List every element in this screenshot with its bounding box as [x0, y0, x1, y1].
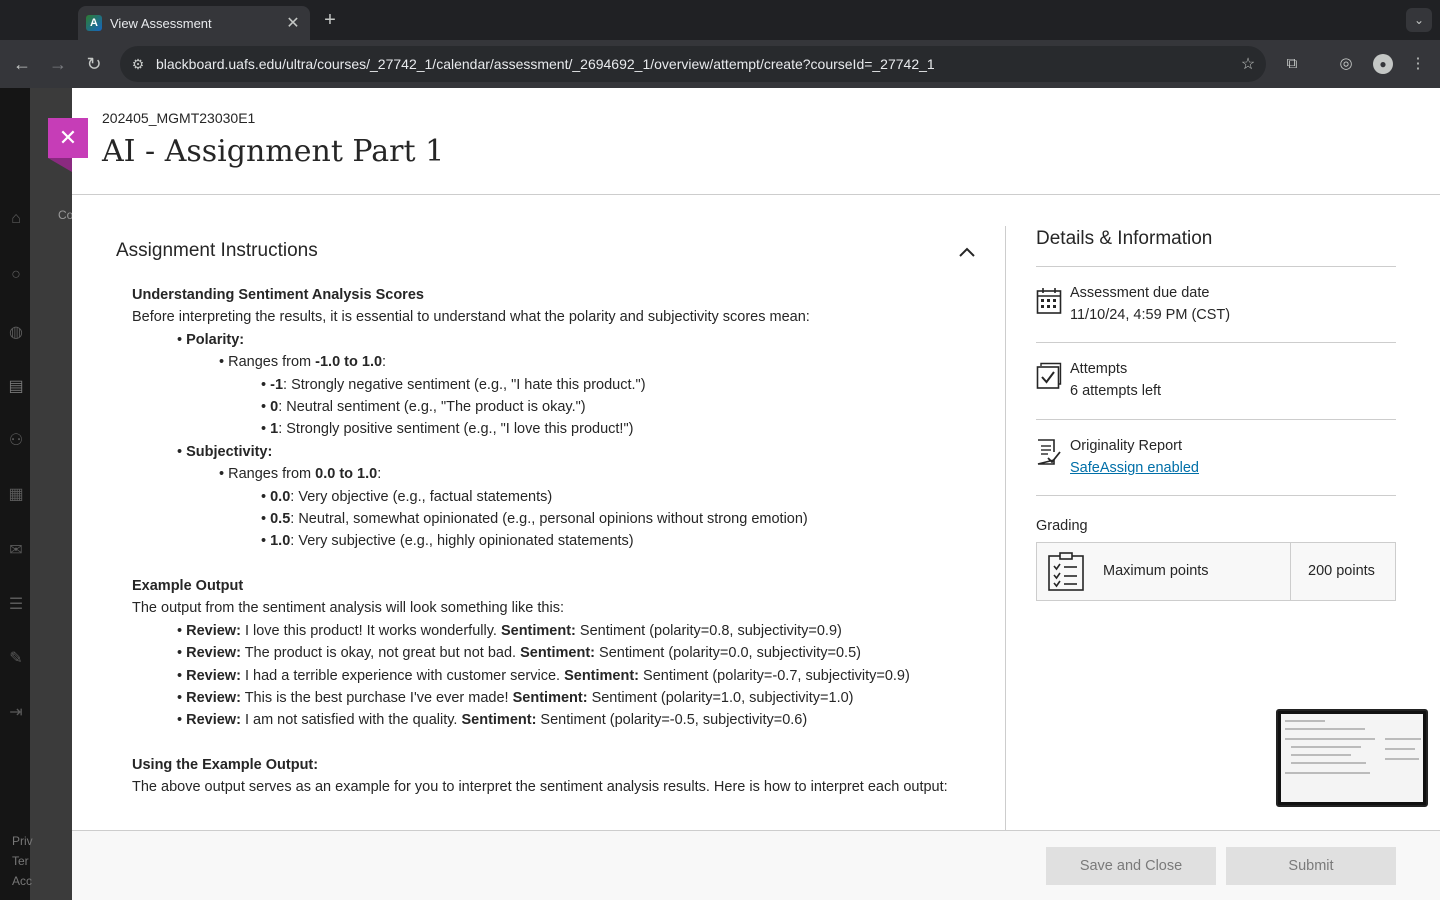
course-id: 202405_MGMT23030E1 [102, 110, 256, 126]
browser-tab[interactable]: A View Assessment ✕ [78, 6, 310, 40]
review-item: Review: The product is okay, not great b… [132, 642, 972, 664]
address-url: blackboard.uafs.edu/ultra/courses/_27742… [156, 56, 935, 72]
rubric-checklist-icon [1048, 552, 1084, 591]
grades-icon: ☰ [8, 596, 24, 613]
section-title: Example Output [132, 577, 244, 594]
details-divider [1036, 342, 1396, 343]
extension-icon[interactable]: ◎ [1334, 52, 1358, 76]
close-button-flag [48, 158, 72, 172]
site-settings-icon[interactable]: ⚙ [120, 56, 156, 73]
underlying-footer-accessibility: Acc [12, 874, 33, 888]
due-date-value: 11/10/24, 4:59 PM (CST) [1070, 307, 1231, 323]
grading-separator [1290, 543, 1291, 600]
attempts-checkbox-icon [1036, 362, 1062, 389]
list-item: 1: Strongly positive sentiment (e.g., "I… [132, 418, 972, 440]
blackboard-favicon-icon: A [86, 15, 102, 31]
list-item: Ranges from 0.0 to 1.0: [132, 463, 972, 485]
thumbnail-line [1285, 720, 1325, 722]
list-item: 0: Neutral sentiment (e.g., "The product… [132, 396, 972, 418]
browser-tab-bar: A View Assessment ✕ + ⌄ [0, 0, 1440, 40]
review-item: Review: I had a terrible experience with… [132, 665, 972, 687]
tab-search-chevron-icon[interactable]: ⌄ [1406, 8, 1432, 32]
review-item: Review: This is the best purchase I've e… [132, 687, 972, 709]
messages-icon: ✉ [9, 542, 23, 559]
profile-icon: ○ [11, 266, 21, 283]
list-item: Ranges from -1.0 to 1.0: [132, 351, 972, 373]
due-date-label: Assessment due date [1070, 285, 1210, 301]
details-divider [1036, 495, 1396, 496]
list-item: -1: Strongly negative sentiment (e.g., "… [132, 374, 972, 396]
thumbnail-line [1385, 738, 1421, 740]
list-item: 1.0: Very subjective (e.g., highly opini… [132, 530, 972, 552]
reload-icon[interactable]: ↻ [82, 52, 106, 76]
thumbnail-line [1385, 758, 1419, 760]
profile-avatar-icon[interactable]: ● [1373, 54, 1393, 74]
attempts-value: 6 attempts left [1070, 383, 1162, 399]
grading-maximum-label: Maximum points [1103, 563, 1209, 579]
new-tab-icon[interactable]: + [318, 8, 342, 32]
calendar-icon: ▦ [8, 486, 24, 503]
instructions-heading: Assignment Instructions [116, 240, 318, 261]
section-title: Understanding Sentiment Analysis Scores [132, 287, 424, 303]
originality-report-icon [1037, 439, 1061, 465]
close-panel-button[interactable]: ✕ [48, 118, 88, 158]
organizations-icon: ⚇ [8, 432, 24, 449]
bookmark-star-icon[interactable]: ☆ [1230, 54, 1266, 74]
courses-icon: ▤ [8, 378, 24, 395]
tab-close-icon[interactable]: ✕ [284, 13, 302, 33]
section-intro: The above output serves as an example fo… [132, 779, 948, 796]
tab-title: View Assessment [110, 15, 212, 31]
details-divider [1036, 266, 1396, 267]
tools-icon: ✎ [9, 650, 23, 667]
extensions-puzzle-icon[interactable]: ⧉ [1280, 52, 1304, 76]
safeassign-link[interactable]: SafeAssign enabled [1070, 460, 1199, 476]
browser-menu-icon[interactable]: ⋮ [1406, 52, 1430, 76]
thumbnail-line [1385, 748, 1415, 750]
thumbnail-line [1291, 754, 1351, 756]
collapse-chevron-up-icon[interactable] [957, 242, 977, 262]
grading-points-value: 200 points [1308, 563, 1375, 579]
thumbnail-line [1285, 738, 1375, 740]
list-item: Subjectivity: [132, 441, 972, 463]
signout-icon: ⇥ [9, 704, 23, 721]
forward-arrow-icon[interactable]: → [46, 52, 70, 76]
thumbnail-line [1291, 746, 1361, 748]
details-divider [1036, 419, 1396, 420]
underlying-footer-privacy: Priv [12, 834, 33, 848]
section-intro: The output from the sentiment analysis w… [132, 600, 564, 617]
list-item: 0.0: Very objective (e.g., factual state… [132, 486, 972, 508]
column-divider [1005, 226, 1006, 830]
originality-label: Originality Report [1070, 438, 1183, 454]
details-heading: Details & Information [1036, 228, 1213, 249]
screen-preview-thumbnail[interactable] [1276, 709, 1428, 807]
underlying-sidebar: ⌂ ○ ◍ ▤ ⚇ ▦ ✉ ☰ ✎ ⇥ [0, 88, 30, 900]
list-item: Polarity: [132, 329, 972, 351]
page-title: AI - Assignment Part 1 [102, 134, 445, 169]
list-item: 0.5: Neutral, somewhat opinionated (e.g.… [132, 508, 972, 530]
attempts-label: Attempts [1070, 361, 1128, 377]
section-title: Using the Example Output: [132, 756, 319, 773]
instructions-body: Understanding Sentiment Analysis Scores … [132, 284, 972, 799]
save-and-close-button[interactable]: Save and Close [1046, 847, 1216, 885]
address-bar[interactable]: ⚙ blackboard.uafs.edu/ultra/courses/_277… [120, 46, 1266, 82]
thumbnail-line [1291, 762, 1366, 764]
review-item: Review: I am not satisfied with the qual… [132, 709, 972, 731]
section-intro: Before interpreting the results, it is e… [132, 309, 810, 326]
globe-icon: ◍ [9, 324, 23, 341]
thumbnail-line [1285, 728, 1365, 730]
calendar-icon [1036, 288, 1062, 314]
institution-icon: ⌂ [11, 210, 21, 227]
review-item: Review: I love this product! It works wo… [132, 620, 972, 642]
back-arrow-icon[interactable]: ← [10, 52, 34, 76]
header-divider [72, 194, 1440, 195]
thumbnail-content [1281, 714, 1423, 802]
grading-label: Grading [1036, 518, 1088, 534]
underlying-footer-terms: Ter [12, 854, 29, 868]
thumbnail-line [1285, 772, 1370, 774]
submit-button[interactable]: Submit [1226, 847, 1396, 885]
